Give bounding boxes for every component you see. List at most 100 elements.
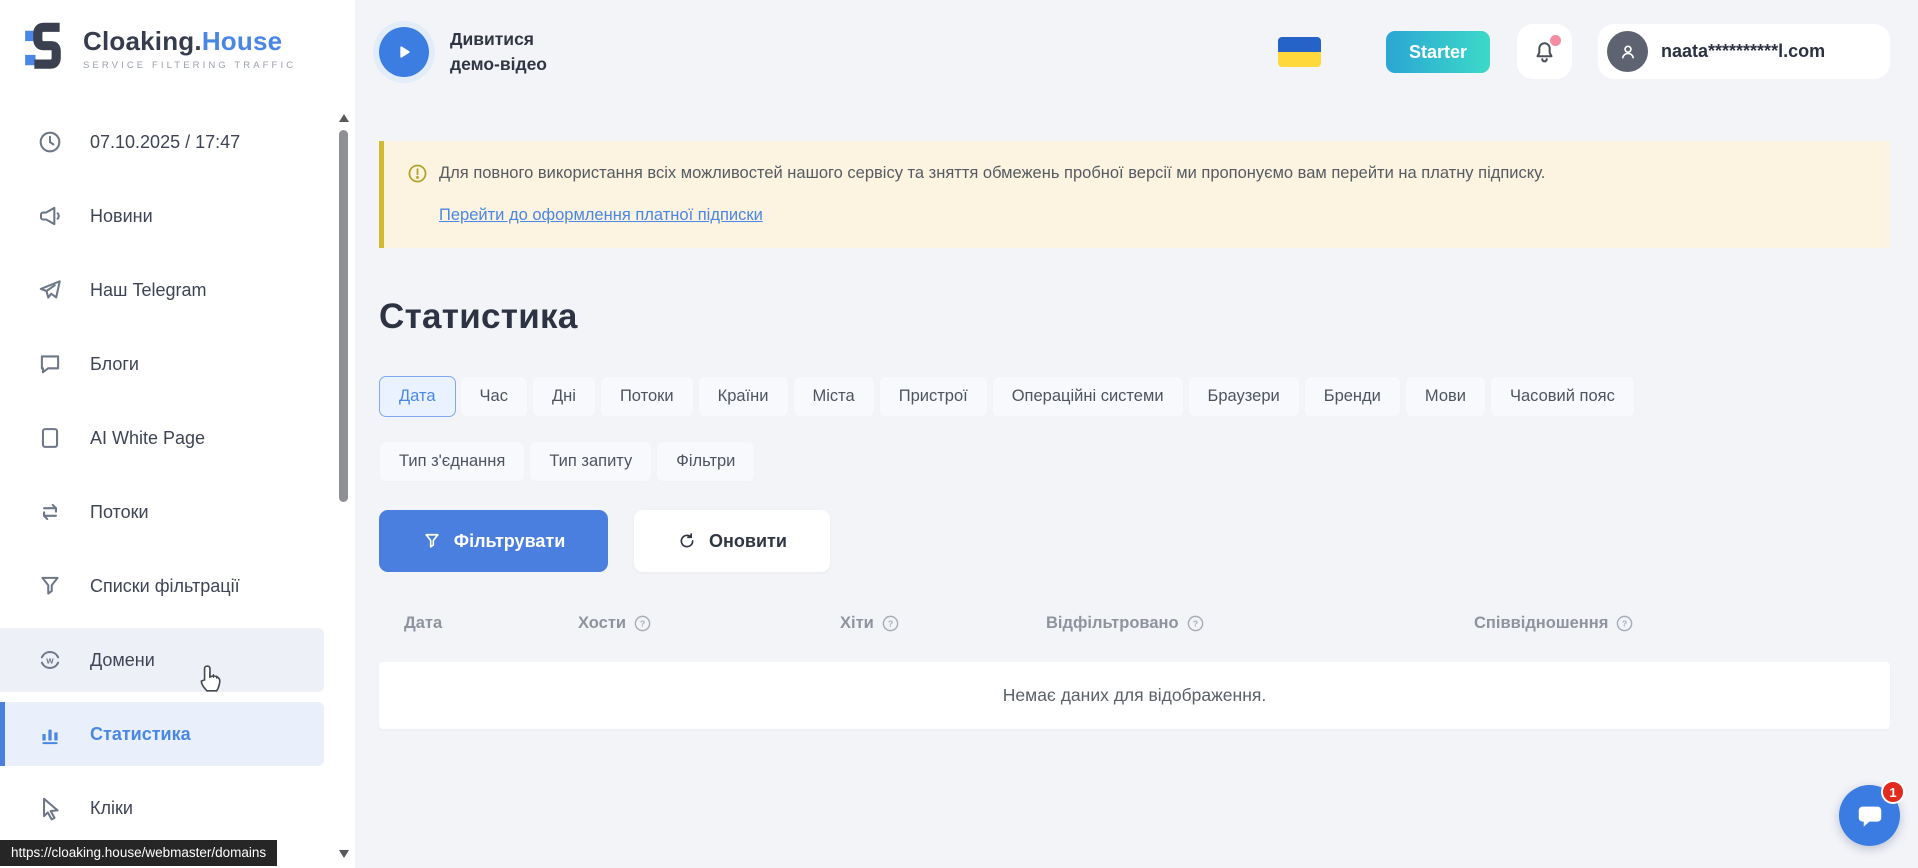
chip-operating-systems[interactable]: Операційні системи (992, 376, 1184, 417)
plan-badge-button[interactable]: Starter (1386, 31, 1490, 73)
svg-text:?: ? (888, 619, 893, 629)
svg-text:?: ? (640, 619, 645, 629)
stats-table-header: Дата Хости ? Хіти ? Відфільтровано ? Спі… (379, 614, 1890, 633)
chip-devices[interactable]: Пристрої (879, 376, 988, 417)
svg-text:?: ? (1192, 619, 1197, 629)
messenger-icon (1855, 801, 1885, 831)
demo-video-play-button[interactable] (379, 27, 429, 77)
help-icon[interactable]: ? (1186, 614, 1205, 633)
column-label: Хіти (840, 614, 874, 633)
sidebar: Cloaking.House SERVICE FILTERING TRAFFIC… (0, 0, 355, 868)
help-icon[interactable]: ? (633, 614, 652, 633)
chip-time[interactable]: Час (460, 376, 528, 417)
chat-bubble-icon (37, 351, 63, 377)
banner-message: Для повного використання всіх можливосте… (439, 162, 1545, 186)
cursor-icon (37, 795, 63, 821)
app-screen: Cloaking.House SERVICE FILTERING TRAFFIC… (0, 0, 1918, 868)
sidebar-item-label: Кліки (90, 798, 133, 819)
mouse-hand-cursor (198, 664, 224, 694)
funnel-icon (422, 531, 442, 551)
user-account-button[interactable]: naata**********l.com (1598, 24, 1890, 79)
user-email: naata**********l.com (1661, 41, 1825, 62)
flag-yellow-half (1278, 52, 1321, 67)
scrollbar-thumb[interactable] (339, 130, 348, 502)
column-label: Відфільтровано (1046, 614, 1179, 633)
refresh-icon (677, 531, 697, 551)
brand-tagline: SERVICE FILTERING TRAFFIC (83, 60, 296, 71)
chip-date[interactable]: Дата (379, 376, 456, 417)
trial-warning-banner: Для повного використання всіх можливосте… (379, 141, 1890, 248)
refresh-button-label: Оновити (709, 531, 787, 552)
sidebar-item-label: Домени (90, 650, 155, 671)
plan-badge-label: Starter (1409, 42, 1467, 63)
sidebar-item-streams[interactable]: Потоки (0, 480, 324, 544)
filter-button[interactable]: Фільтрувати (379, 510, 608, 572)
megaphone-icon (37, 203, 63, 229)
refresh-button[interactable]: Оновити (634, 510, 830, 572)
svg-text:?: ? (1622, 619, 1627, 629)
chip-countries[interactable]: Країни (698, 376, 789, 417)
demo-video-label[interactable]: Дивитися демо-відео (450, 27, 547, 78)
notifications-button[interactable] (1517, 24, 1572, 79)
sidebar-item-news[interactable]: Новини (0, 184, 324, 248)
sidebar-item-label: 07.10.2025 / 17:47 (90, 132, 240, 153)
sidebar-item-label: Блоги (90, 354, 139, 375)
svg-text:w: w (45, 655, 54, 665)
sidebar-item-clicks[interactable]: Кліки (0, 776, 324, 840)
logo[interactable]: Cloaking.House SERVICE FILTERING TRAFFIC (24, 22, 296, 74)
column-label: Співвідношення (1474, 614, 1608, 633)
column-header-date[interactable]: Дата (404, 614, 578, 633)
filter-button-label: Фільтрувати (454, 531, 566, 552)
brand-name-dark: Cloaking. (83, 26, 202, 56)
sidebar-item-blogs[interactable]: Блоги (0, 332, 324, 396)
chip-timezone[interactable]: Часовий пояс (1490, 376, 1635, 417)
demo-video-label-line1: Дивитися (450, 27, 547, 52)
column-header-filtered[interactable]: Відфільтровано ? (1046, 614, 1474, 633)
funnel-icon (37, 573, 63, 599)
stats-actions: Фільтрувати Оновити (379, 510, 830, 572)
flag-blue-half (1278, 37, 1321, 52)
sidebar-item-ai-white-page[interactable]: AI White Page (0, 406, 324, 470)
chip-request-type[interactable]: Тип запиту (529, 441, 652, 482)
column-header-hits[interactable]: Хіти ? (840, 614, 1046, 633)
sidebar-item-telegram[interactable]: Наш Telegram (0, 258, 324, 322)
column-header-ratio[interactable]: Співвідношення ? (1474, 614, 1890, 633)
page-icon (37, 425, 63, 451)
person-icon (1617, 41, 1639, 63)
sidebar-item-label: Потоки (90, 502, 149, 523)
sidebar-item-label: Статистика (90, 724, 191, 745)
sidebar-item-label: Новини (90, 206, 153, 227)
clock-icon (37, 129, 63, 155)
scrollbar-up-arrow[interactable] (339, 114, 349, 122)
help-icon[interactable]: ? (1615, 614, 1634, 633)
chip-cities[interactable]: Міста (793, 376, 875, 417)
sync-arrows-icon (37, 499, 63, 525)
sidebar-nav: 07.10.2025 / 17:47 Новини Наш Telegram Б… (0, 110, 355, 850)
chip-browsers[interactable]: Браузери (1188, 376, 1300, 417)
notification-dot (1550, 35, 1561, 46)
chip-days[interactable]: Дні (532, 376, 596, 417)
warning-icon (407, 163, 428, 184)
table-empty-state: Немає даних для відображення. (379, 662, 1890, 729)
chip-filters[interactable]: Фільтри (656, 441, 755, 482)
chip-brands[interactable]: Бренди (1304, 376, 1401, 417)
column-header-hosts[interactable]: Хости ? (578, 614, 840, 633)
brand-logo-icon (24, 22, 70, 74)
chip-connection-type[interactable]: Тип з'єднання (379, 441, 525, 482)
sidebar-item-domains[interactable]: w Домени (0, 628, 324, 692)
subscription-link[interactable]: Перейти до оформлення платної підписки (439, 206, 763, 225)
sidebar-scrollbar[interactable] (337, 112, 351, 860)
scrollbar-down-arrow[interactable] (339, 850, 349, 858)
sidebar-item-datetime: 07.10.2025 / 17:47 (0, 110, 324, 174)
stats-dimension-tabs: Дата Час Дні Потоки Країни Міста Пристро… (379, 376, 1890, 482)
sidebar-item-statistics[interactable]: Статистика (0, 702, 324, 766)
chip-streams[interactable]: Потоки (600, 376, 694, 417)
sidebar-item-label: Списки фільтрації (90, 576, 240, 597)
bar-chart-icon (37, 721, 63, 747)
language-flag-ukraine[interactable] (1278, 37, 1321, 67)
chat-widget-button[interactable]: 1 (1839, 785, 1900, 846)
chip-languages[interactable]: Мови (1405, 376, 1486, 417)
page-title: Статистика (379, 297, 578, 337)
help-icon[interactable]: ? (881, 614, 900, 633)
sidebar-item-filter-lists[interactable]: Списки фільтрації (0, 554, 324, 618)
